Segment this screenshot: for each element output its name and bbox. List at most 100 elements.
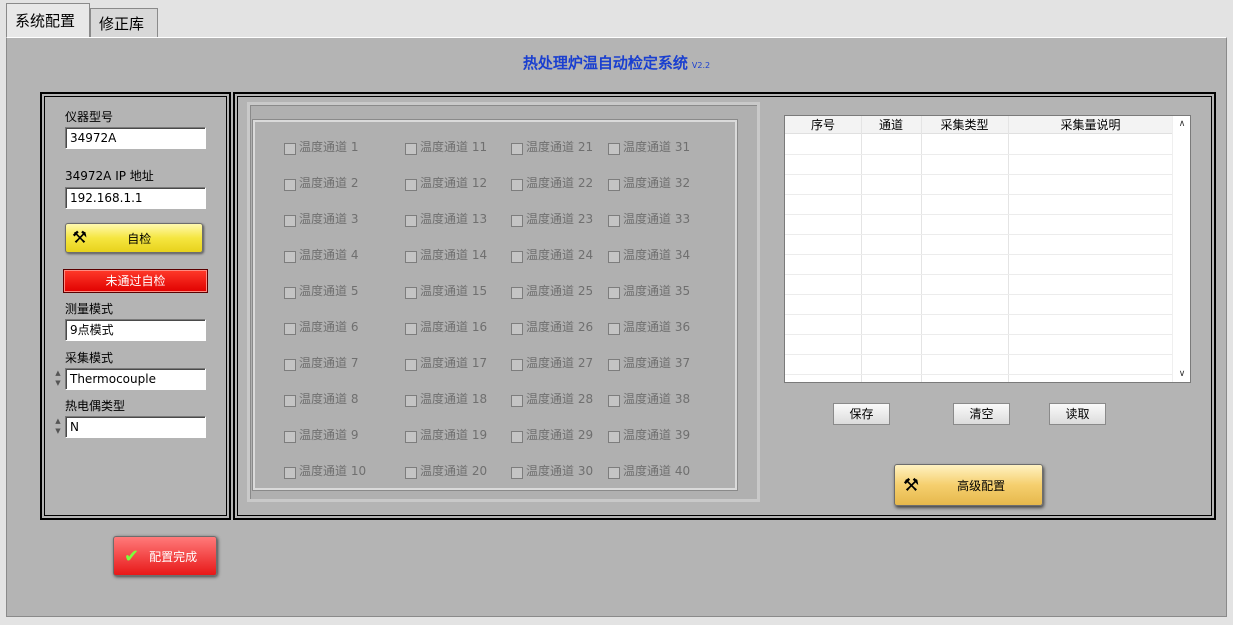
channel-checkbox[interactable]: 温度通道 38	[608, 390, 690, 407]
channel-checkbox[interactable]: 温度通道 19	[405, 426, 487, 443]
channel-checkbox[interactable]: 温度通道 2	[284, 174, 358, 191]
tc-type-spinner[interactable]: ▲ ▼	[53, 416, 63, 438]
checkbox-icon[interactable]	[511, 142, 523, 155]
table-scrollbar[interactable]: ∧ ∨	[1172, 116, 1190, 382]
channel-checkbox[interactable]: 温度通道 13	[405, 210, 487, 227]
checkbox-icon[interactable]	[405, 286, 417, 299]
channel-checkbox[interactable]: 温度通道 23	[511, 210, 593, 227]
channel-table[interactable]: 序号 通道 采集类型 采集量说明 ∧ ∨	[784, 115, 1191, 383]
tab-system-config[interactable]: 系统配置	[6, 3, 90, 37]
channel-checkbox[interactable]: 温度通道 35	[608, 282, 690, 299]
checkbox-icon[interactable]	[284, 178, 296, 191]
checkbox-icon[interactable]	[608, 322, 620, 335]
checkbox-icon[interactable]	[405, 466, 417, 479]
checkbox-icon[interactable]	[608, 466, 620, 479]
checkbox-icon[interactable]	[284, 394, 296, 407]
checkbox-icon[interactable]	[511, 178, 523, 191]
channel-checkbox[interactable]: 温度通道 32	[608, 174, 690, 191]
channel-checkbox[interactable]: 温度通道 1	[284, 138, 358, 155]
channel-checkbox[interactable]: 温度通道 29	[511, 426, 593, 443]
clear-button[interactable]: 清空	[953, 403, 1010, 425]
channel-checkbox[interactable]: 温度通道 37	[608, 354, 690, 371]
channel-checkbox[interactable]: 温度通道 26	[511, 318, 593, 335]
checkbox-icon[interactable]	[284, 430, 296, 443]
checkbox-icon[interactable]	[284, 466, 296, 479]
scroll-down-icon[interactable]: ∨	[1173, 369, 1191, 379]
channel-checkbox[interactable]: 温度通道 7	[284, 354, 358, 371]
channel-checkbox[interactable]: 温度通道 27	[511, 354, 593, 371]
ip-address-field[interactable]: 192.168.1.1	[65, 187, 206, 209]
channel-checkbox[interactable]: 温度通道 25	[511, 282, 593, 299]
channel-checkbox[interactable]: 温度通道 30	[511, 462, 593, 479]
channel-checkbox[interactable]: 温度通道 20	[405, 462, 487, 479]
channel-checkbox[interactable]: 温度通道 34	[608, 246, 690, 263]
channel-checkbox[interactable]: 温度通道 5	[284, 282, 358, 299]
tab-correction-library[interactable]: 修正库	[90, 8, 158, 37]
checkbox-icon[interactable]	[608, 250, 620, 263]
checkbox-icon[interactable]	[405, 358, 417, 371]
channel-checkbox[interactable]: 温度通道 10	[284, 462, 366, 479]
checkbox-icon[interactable]	[608, 142, 620, 155]
checkbox-icon[interactable]	[511, 466, 523, 479]
checkbox-icon[interactable]	[608, 286, 620, 299]
checkbox-icon[interactable]	[405, 430, 417, 443]
checkbox-icon[interactable]	[284, 214, 296, 227]
channel-checkbox[interactable]: 温度通道 17	[405, 354, 487, 371]
checkbox-icon[interactable]	[608, 214, 620, 227]
checkbox-icon[interactable]	[511, 214, 523, 227]
channel-checkbox[interactable]: 温度通道 22	[511, 174, 593, 191]
channel-checkbox[interactable]: 温度通道 11	[405, 138, 487, 155]
channel-checkbox[interactable]: 温度通道 3	[284, 210, 358, 227]
checkbox-icon[interactable]	[511, 394, 523, 407]
config-done-button[interactable]: ✔ 配置完成	[113, 536, 217, 576]
advanced-config-button[interactable]: ⚒ 高级配置	[894, 464, 1043, 506]
channel-checkbox[interactable]: 温度通道 40	[608, 462, 690, 479]
channel-checkbox[interactable]: 温度通道 8	[284, 390, 358, 407]
acq-mode-spinner[interactable]: ▲ ▼	[53, 368, 63, 390]
checkbox-icon[interactable]	[405, 322, 417, 335]
checkbox-icon[interactable]	[608, 430, 620, 443]
channel-checkbox[interactable]: 温度通道 24	[511, 246, 593, 263]
channel-checkbox[interactable]: 温度通道 14	[405, 246, 487, 263]
checkbox-icon[interactable]	[405, 250, 417, 263]
channel-checkbox[interactable]: 温度通道 21	[511, 138, 593, 155]
checkbox-icon[interactable]	[284, 142, 296, 155]
checkbox-icon[interactable]	[511, 322, 523, 335]
channel-checkbox[interactable]: 温度通道 33	[608, 210, 690, 227]
checkbox-icon[interactable]	[511, 250, 523, 263]
checkbox-icon[interactable]	[405, 178, 417, 191]
checkbox-icon[interactable]	[511, 430, 523, 443]
checkbox-icon[interactable]	[284, 322, 296, 335]
selftest-button[interactable]: ⚒ 自检	[65, 223, 203, 253]
instrument-model-field[interactable]: 34972A	[65, 127, 206, 149]
acq-mode-field[interactable]: Thermocouple	[65, 368, 206, 390]
checkbox-icon[interactable]	[405, 142, 417, 155]
channel-checkbox[interactable]: 温度通道 15	[405, 282, 487, 299]
checkbox-icon[interactable]	[608, 178, 620, 191]
checkbox-icon[interactable]	[511, 358, 523, 371]
checkbox-icon[interactable]	[608, 394, 620, 407]
checkbox-icon[interactable]	[284, 286, 296, 299]
channel-checkbox[interactable]: 温度通道 9	[284, 426, 358, 443]
channel-checkbox[interactable]: 温度通道 16	[405, 318, 487, 335]
read-button[interactable]: 读取	[1049, 403, 1106, 425]
checkbox-icon[interactable]	[284, 358, 296, 371]
col-header-index: 序号	[810, 118, 835, 132]
channel-checkbox[interactable]: 温度通道 36	[608, 318, 690, 335]
checkbox-icon[interactable]	[405, 394, 417, 407]
channel-checkbox[interactable]: 温度通道 28	[511, 390, 593, 407]
scroll-up-icon[interactable]: ∧	[1173, 119, 1191, 129]
checkbox-icon[interactable]	[608, 358, 620, 371]
channel-checkbox[interactable]: 温度通道 4	[284, 246, 358, 263]
channel-checkbox[interactable]: 温度通道 39	[608, 426, 690, 443]
measure-mode-field[interactable]: 9点模式	[65, 319, 206, 341]
save-button[interactable]: 保存	[833, 403, 890, 425]
checkbox-icon[interactable]	[284, 250, 296, 263]
channel-checkbox[interactable]: 温度通道 6	[284, 318, 358, 335]
checkbox-icon[interactable]	[405, 214, 417, 227]
channel-checkbox[interactable]: 温度通道 31	[608, 138, 690, 155]
channel-checkbox[interactable]: 温度通道 12	[405, 174, 487, 191]
checkbox-icon[interactable]	[511, 286, 523, 299]
channel-checkbox[interactable]: 温度通道 18	[405, 390, 487, 407]
tc-type-field[interactable]: N	[65, 416, 206, 438]
